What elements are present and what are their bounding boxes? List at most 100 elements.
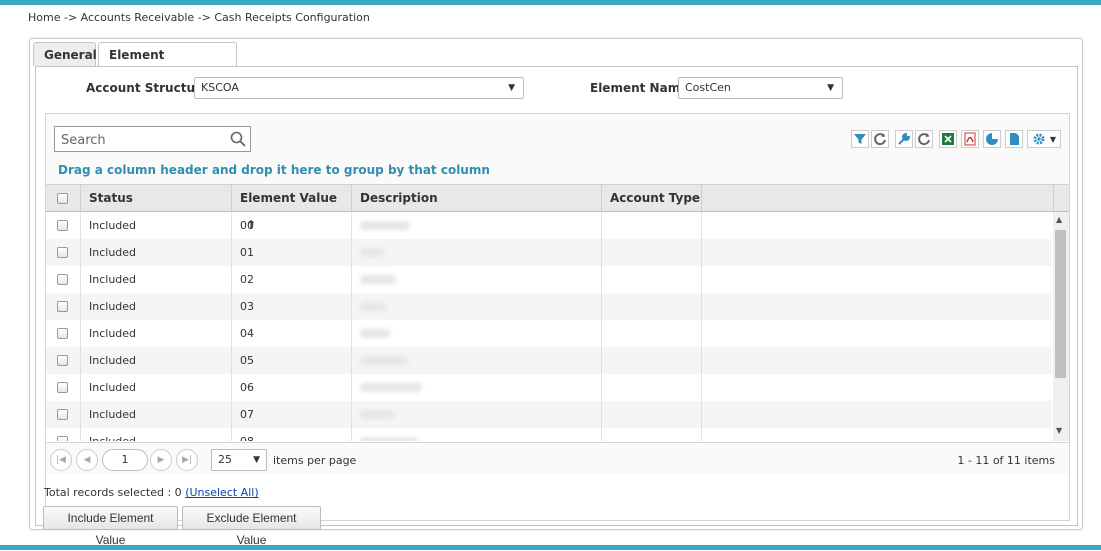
- table-row[interactable]: Included 03: [46, 293, 1052, 320]
- document-icon[interactable]: [1005, 130, 1023, 148]
- table-row[interactable]: Included 02: [46, 266, 1052, 293]
- scroll-down-icon[interactable]: ▼: [1056, 426, 1062, 435]
- row-select-cell: [46, 266, 81, 293]
- redacted-text: [360, 437, 418, 441]
- refresh-icon[interactable]: [915, 130, 933, 148]
- row-checkbox[interactable]: [57, 301, 68, 312]
- row-select-cell: [46, 212, 81, 239]
- row-select-cell: [46, 239, 81, 266]
- chart-icon[interactable]: [983, 130, 1001, 148]
- pdf-icon[interactable]: [961, 130, 979, 148]
- items-per-page-label: items per page: [273, 454, 357, 467]
- search-icon[interactable]: [229, 130, 247, 148]
- description-cell: [352, 239, 602, 266]
- unselect-all-link[interactable]: (Unselect All): [185, 486, 258, 499]
- row-select-cell: [46, 293, 81, 320]
- redacted-text: [360, 356, 408, 365]
- row-checkbox[interactable]: [57, 274, 68, 285]
- refresh-icon[interactable]: [871, 130, 889, 148]
- description-cell: [352, 401, 602, 428]
- account-type-cell: [602, 320, 702, 347]
- scroll-up-icon[interactable]: ▲: [1056, 215, 1062, 224]
- row-select-cell: [46, 347, 81, 374]
- header-select-cell: [46, 185, 81, 212]
- row-select-cell: [46, 374, 81, 401]
- gear-icon[interactable]: ▼: [1027, 130, 1061, 148]
- next-page-icon[interactable]: ▶: [150, 449, 172, 471]
- chevron-down-icon: ▼: [253, 455, 260, 465]
- tab-general[interactable]: General: [33, 42, 97, 66]
- filter-icon[interactable]: [851, 130, 869, 148]
- include-element-value-button[interactable]: Include Element Value: [43, 506, 178, 547]
- redacted-text: [360, 275, 396, 284]
- account-structure-select[interactable]: KSCOA ▼: [194, 77, 524, 99]
- table-row[interactable]: Included 05: [46, 347, 1052, 374]
- description-cell: [352, 293, 602, 320]
- account-structure-value: KSCOA: [201, 81, 239, 94]
- page-size-value: 25: [218, 453, 232, 466]
- account-type-cell: [602, 212, 702, 239]
- grid-tools: ▼: [851, 130, 1063, 150]
- records-selected-info: Total records selected : 0 (Unselect All…: [44, 486, 259, 499]
- row-checkbox[interactable]: [57, 355, 68, 366]
- status-cell: Included: [81, 374, 232, 401]
- description-cell: [352, 428, 602, 441]
- table-row[interactable]: Included 00: [46, 212, 1052, 239]
- row-select-cell: [46, 428, 81, 441]
- redacted-text: [360, 248, 384, 257]
- exclude-element-value-button[interactable]: Exclude Element Value: [182, 506, 321, 547]
- redacted-text: [360, 221, 410, 230]
- table-row[interactable]: Included 08: [46, 428, 1052, 441]
- top-accent-bar: [0, 0, 1101, 5]
- account-type-cell: [602, 428, 702, 441]
- table-row[interactable]: Included 04: [46, 320, 1052, 347]
- redacted-text: [360, 302, 386, 311]
- grid-header: Status Element Value ↑ Description Accou…: [46, 184, 1069, 232]
- tab-element-restrictions[interactable]: Element Restrictions: [98, 42, 237, 86]
- row-checkbox[interactable]: [57, 247, 68, 258]
- group-drop-hint[interactable]: Drag a column header and drop it here to…: [58, 163, 490, 177]
- column-header-description[interactable]: Description: [352, 185, 602, 212]
- element-value-cell: 04: [232, 320, 352, 347]
- scrollbar-thumb[interactable]: [1055, 230, 1066, 378]
- status-cell: Included: [81, 320, 232, 347]
- first-page-icon[interactable]: |◀: [50, 449, 72, 471]
- row-checkbox[interactable]: [57, 220, 68, 231]
- column-header-element-value[interactable]: Element Value ↑: [232, 185, 352, 232]
- search-input[interactable]: [55, 127, 233, 153]
- table-row[interactable]: Included 01: [46, 239, 1052, 266]
- row-checkbox[interactable]: [57, 436, 68, 441]
- status-cell: Included: [81, 347, 232, 374]
- excel-icon[interactable]: [939, 130, 957, 148]
- grid-body: Included 00 Included 01 Included 02 Incl…: [46, 212, 1052, 441]
- status-cell: Included: [81, 428, 232, 441]
- element-value-cell: 06: [232, 374, 352, 401]
- account-type-cell: [602, 347, 702, 374]
- bottom-accent-bar: [0, 545, 1101, 550]
- vertical-scrollbar[interactable]: ▲ ▼: [1053, 212, 1069, 441]
- table-row[interactable]: Included 07: [46, 401, 1052, 428]
- status-cell: Included: [81, 401, 232, 428]
- row-checkbox[interactable]: [57, 328, 68, 339]
- wrench-icon[interactable]: [895, 130, 913, 148]
- column-header-status[interactable]: Status: [81, 185, 232, 212]
- column-header-account-type[interactable]: Account Type: [602, 185, 702, 212]
- element-name-select[interactable]: CostCen ▼: [678, 77, 843, 99]
- row-checkbox[interactable]: [57, 382, 68, 393]
- search-box: [54, 126, 251, 153]
- account-type-cell: [602, 293, 702, 320]
- configuration-panel: General Element Restrictions Account Str…: [29, 38, 1083, 547]
- element-value-cell: 05: [232, 347, 352, 374]
- element-value-cell: 08: [232, 428, 352, 441]
- page-number-input[interactable]: 1: [102, 449, 148, 471]
- column-header-element-value-label: Element Value: [240, 191, 338, 205]
- row-checkbox[interactable]: [57, 409, 68, 420]
- status-cell: Included: [81, 239, 232, 266]
- page-size-select[interactable]: 25 ▼: [211, 449, 267, 471]
- table-row[interactable]: Included 06: [46, 374, 1052, 401]
- previous-page-icon[interactable]: ◀: [76, 449, 98, 471]
- breadcrumb: Home -> Accounts Receivable -> Cash Rece…: [28, 11, 370, 24]
- select-all-checkbox[interactable]: [57, 193, 68, 204]
- element-value-cell: 00: [232, 212, 352, 239]
- last-page-icon[interactable]: ▶|: [176, 449, 198, 471]
